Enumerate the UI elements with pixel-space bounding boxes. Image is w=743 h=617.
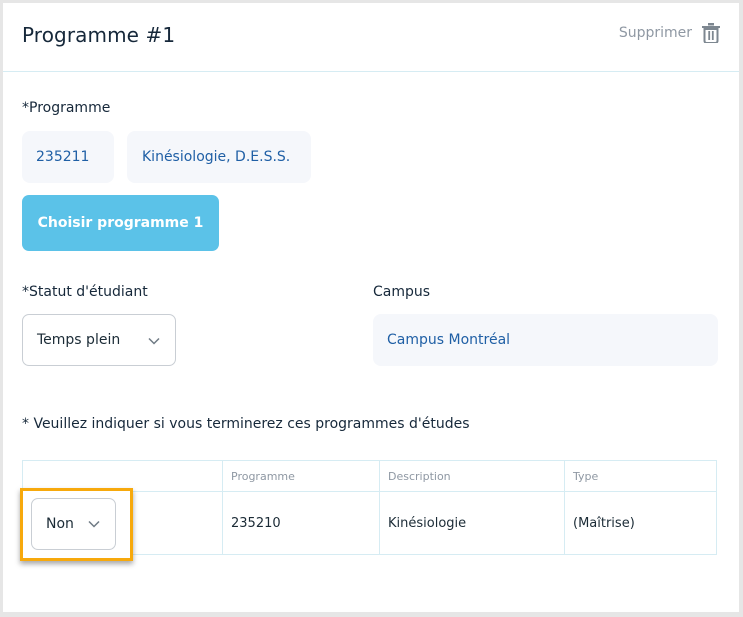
programme-card: Programme #1 Supprimer *Programme 235211… <box>3 3 739 612</box>
trash-icon <box>702 23 720 43</box>
header-programme: Programme <box>231 470 295 483</box>
statut-select[interactable]: Temps plein <box>22 314 176 366</box>
row-programme: 235210 <box>231 516 281 531</box>
statut-value: Temps plein <box>37 332 121 348</box>
programme-label: *Programme <box>22 100 111 116</box>
chevron-down-icon <box>148 337 160 345</box>
header-type: Type <box>573 470 599 483</box>
statut-label: *Statut d'étudiant <box>22 284 148 300</box>
table-cell-programme: Programme 235210 <box>223 461 380 554</box>
chevron-down-icon <box>88 520 100 528</box>
delete-button[interactable]: Supprimer <box>619 23 720 43</box>
row-type: (Maîtrise) <box>573 516 635 531</box>
table-cell-description: Description Kinésiologie <box>380 461 565 554</box>
campus-label: Campus <box>373 284 431 300</box>
page-title: Programme #1 <box>22 23 176 47</box>
header-description: Description <box>388 470 451 483</box>
table-cell-type: Type (Maîtrise) <box>565 461 716 554</box>
choose-programme-button[interactable]: Choisir programme 1 <box>22 195 219 251</box>
programme-code-field: 235211 <box>22 131 114 183</box>
campus-field: Campus Montréal <box>373 314 718 366</box>
completion-prompt: * Veuillez indiquer si vous terminerez c… <box>22 416 470 432</box>
card-header: Programme #1 Supprimer <box>3 3 739 72</box>
programme-name-field: Kinésiologie, D.E.S.S. <box>127 131 311 183</box>
row-description: Kinésiologie <box>388 516 467 531</box>
delete-label: Supprimer <box>618 25 692 41</box>
completion-select[interactable]: Non <box>31 498 116 550</box>
completion-select-value: Non <box>46 516 74 532</box>
